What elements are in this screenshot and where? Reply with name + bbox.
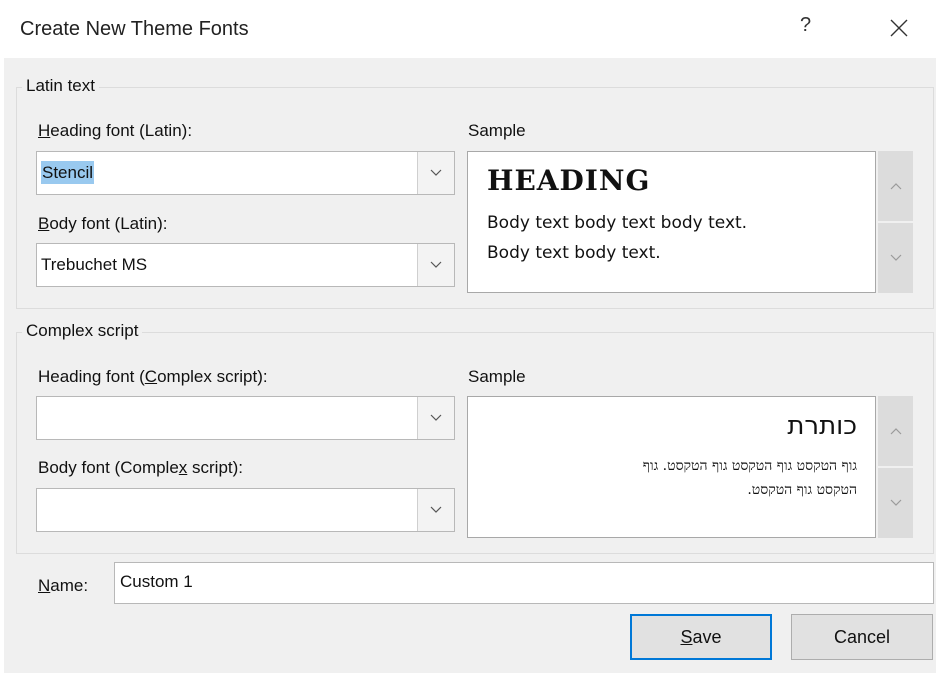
name-input[interactable]: Custom 1 [114,562,934,604]
chevron-up-icon [890,183,901,190]
name-input-value: Custom 1 [120,572,193,591]
latin-sample-box: HEADING Body text body text body text. B… [467,151,876,293]
complex-group-label: Complex script [22,321,143,341]
body-font-latin-value: Trebuchet MS [41,255,148,274]
heading-font-latin-dropdown[interactable] [417,152,454,194]
heading-font-complex-combo[interactable] [36,396,455,440]
save-button[interactable]: Save [630,614,772,660]
complex-sample-scroll-down[interactable] [878,468,913,538]
name-label: Name: [38,576,89,595]
body-font-complex-combo[interactable] [36,488,455,532]
latin-sample-heading: HEADING [487,164,651,197]
close-button[interactable] [884,10,914,46]
body-font-complex-dropdown[interactable] [417,489,454,531]
heading-font-complex-dropdown[interactable] [417,397,454,439]
latin-sample-body-2: Body text body text. [487,243,661,263]
dialog-title: Create New Theme Fonts [20,18,249,40]
chevron-down-icon [430,261,442,268]
complex-sample-label: Sample [468,367,526,386]
latin-group-label: Latin text [22,76,99,96]
heading-font-latin-label: Heading font (Latin): [38,121,193,140]
body-font-latin-dropdown[interactable] [417,244,454,286]
chevron-up-icon [890,428,901,435]
close-icon [890,19,908,37]
chevron-down-icon [430,169,442,176]
complex-sample-body-1: גוף הטקסט גוף הטקסט גוף הטקסט. גוף [642,458,857,474]
body-font-latin-label: Body font (Latin): [38,214,168,233]
complex-sample-body-2: הטקסט גוף הטקסט. [747,482,857,498]
chevron-down-icon [890,499,901,506]
complex-sample-heading: כותרת [787,411,857,441]
cancel-button[interactable]: Cancel [791,614,933,660]
heading-font-latin-combo[interactable]: Stencil [36,151,455,195]
heading-font-complex-label: Heading font (Complex script): [38,367,268,386]
latin-sample-scroll-down[interactable] [878,223,913,293]
latin-sample-scroll-up[interactable] [878,151,913,221]
help-button[interactable]: ? [800,14,811,37]
body-font-complex-label: Body font (Complex script): [38,458,244,477]
complex-sample-scroll-up[interactable] [878,396,913,466]
chevron-down-icon [430,414,442,421]
complex-sample-box: כותרת גוף הטקסט גוף הטקסט גוף הטקסט. גוף… [467,396,876,538]
latin-sample-body-1: Body text body text body text. [487,213,748,233]
latin-sample-label: Sample [468,121,526,140]
heading-font-latin-value: Stencil [41,161,95,184]
body-font-latin-combo[interactable]: Trebuchet MS [36,243,455,287]
chevron-down-icon [890,254,901,261]
chevron-down-icon [430,506,442,513]
